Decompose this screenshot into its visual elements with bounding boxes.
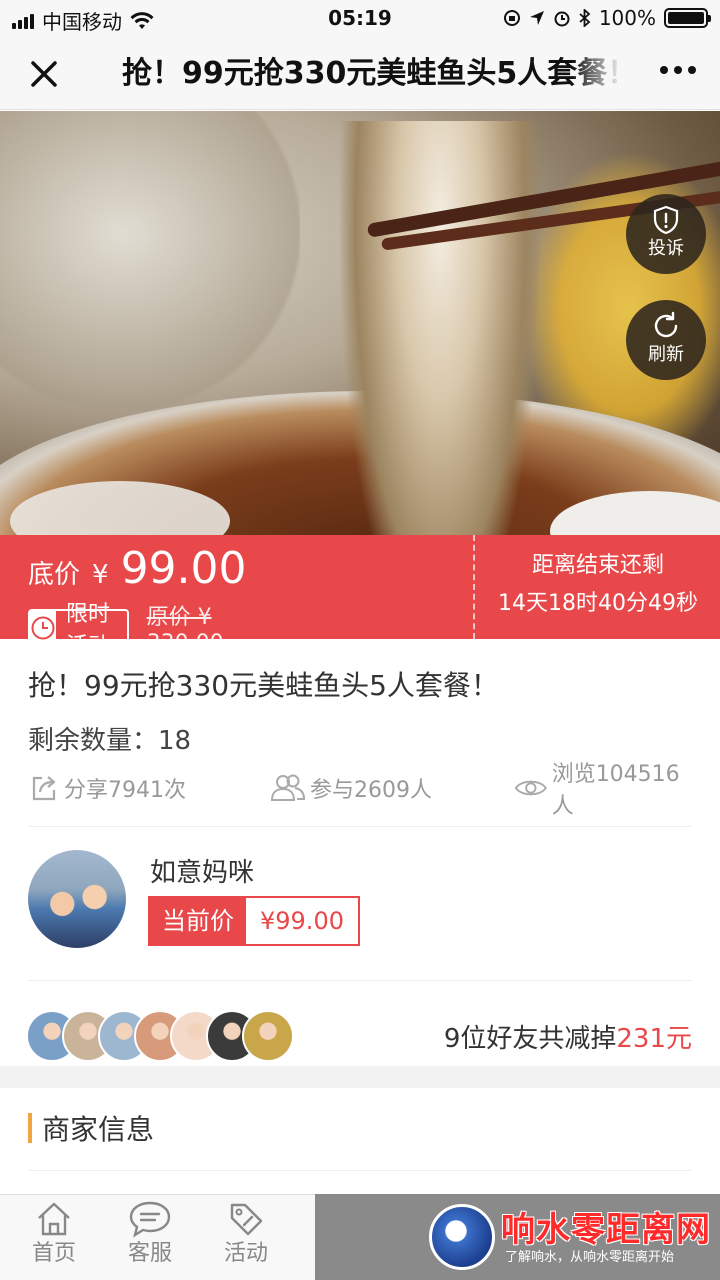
wifi-icon [130,11,154,29]
stats-row: 分享7941次 参与2609人 浏览104516人 [28,762,692,819]
location-icon [529,11,544,25]
dashed-divider [473,535,475,639]
home-icon [38,1202,70,1236]
countdown-timer: 14天18时40分49秒 [498,591,698,616]
base-price-label: 底价 [28,560,81,590]
refresh-label: 刷新 [648,344,684,365]
participate-count: 参与2609人 [310,778,432,803]
views-stat: 浏览104516人 [514,762,692,819]
friend-avatars[interactable] [26,1010,296,1062]
battery-percent: 100% [598,6,656,30]
battery-icon [664,8,711,28]
currency-symbol: ¥ [92,560,109,590]
users-icon [270,774,306,801]
participate-stat: 参与2609人 [270,770,432,806]
original-price: 原价 ¥ 330.00 [146,605,224,656]
friends-summary-text: 9位好友共减掉 [443,1024,617,1054]
tab-home-label: 首页 [31,1241,76,1266]
site-logo [429,1204,495,1270]
current-price: 99.00 [120,543,247,594]
current-price-label: 当前价 [150,898,246,944]
friends-amount: 231元 [616,1024,692,1054]
share-count: 分享7941次 [64,778,186,803]
tag-icon [230,1203,263,1236]
promo-banner: 响水零距离网 了解响水，从响水零距离开始 [315,1194,720,1280]
more-icon[interactable] [660,66,696,74]
share-stat[interactable]: 分享7941次 [28,770,186,806]
bidder-name: 如意妈咪 [150,858,255,888]
rotation-lock-icon [503,10,520,26]
complain-button[interactable]: 投诉 [626,194,706,274]
deal-photo [0,111,720,535]
chat-icon [129,1201,171,1238]
nav-bar: 抢！99元抢330元美蛙鱼头5人套餐！ [0,38,720,110]
views-count: 浏览104516人 [551,762,680,819]
limited-time-label: 限时活动 [66,601,111,659]
close-icon[interactable] [24,54,64,94]
friends-summary: 9位好友共减掉231元 [444,1018,692,1055]
tab-service[interactable]: 客服 [110,1199,190,1269]
shield-icon [653,205,679,235]
clock-icon [30,610,56,645]
refresh-button[interactable]: 刷新 [626,300,706,380]
deal-title: 抢！99元抢330元美蛙鱼头5人套餐！ [28,669,499,702]
section-gap [0,1066,720,1088]
divider [28,980,692,981]
divider [28,826,692,827]
eye-icon [514,780,547,796]
status-bar: 中国移动 05:19 100% [0,0,720,38]
current-price-value: ¥99.00 [246,898,358,944]
price-banner: 底价 ¥ 99.00 限时活动 原价 ¥ 330.00 距离结束还剩 14天18… [0,535,720,659]
bluetooth-icon [579,9,591,27]
merchant-section-header: 商家信息 [28,1112,154,1146]
remaining-quantity: 剩余数量：18 [28,726,192,756]
refresh-icon [654,311,678,338]
tab-activity[interactable]: 活动 [206,1199,286,1269]
friend-avatar [242,1010,294,1062]
promo-subtitle: 了解响水，从响水零距离开始 [505,1250,675,1265]
carrier-label: 中国移动 [42,10,122,34]
battery-level [668,12,704,24]
limited-time-badge: 限时活动 [28,602,129,659]
countdown-label: 距离结束还剩 [531,553,664,578]
divider [28,1170,692,1171]
tab-service-label: 客服 [127,1241,172,1266]
section-title: 商家信息 [42,1113,155,1146]
signal-icon [12,13,34,29]
share-icon [32,776,56,801]
tab-activity-label: 活动 [223,1241,268,1266]
avatar[interactable] [28,850,126,948]
complain-label: 投诉 [648,238,684,259]
current-price-tag: 当前价 ¥99.00 [148,896,360,946]
tab-home[interactable]: 首页 [14,1199,94,1269]
section-accent-bar [28,1113,32,1143]
promo-title: 响水零距离网 [501,1210,711,1250]
alarm-icon [554,11,570,27]
page-title: 抢！99元抢330元美蛙鱼头5人套餐！ [122,56,622,91]
